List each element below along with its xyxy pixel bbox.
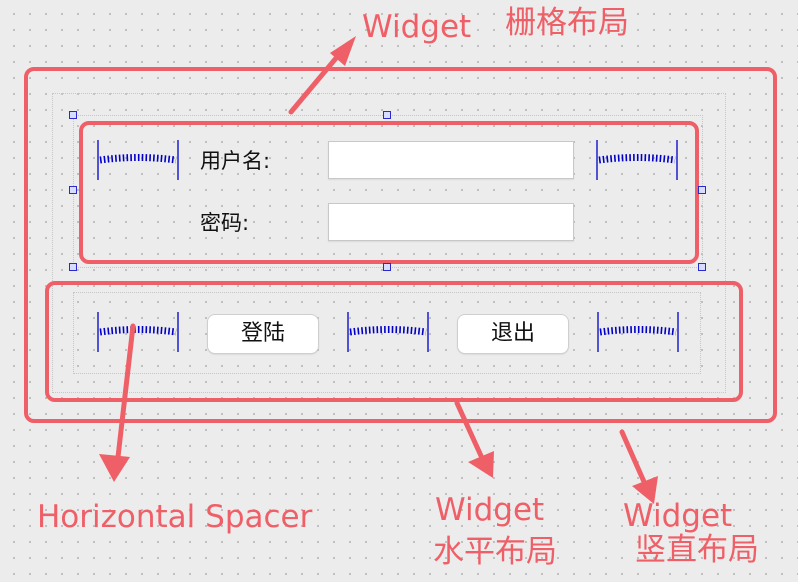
arrow-icon xyxy=(454,400,494,478)
arrow-icon xyxy=(288,36,356,115)
arrow-icon xyxy=(99,323,136,482)
annotation-arrows xyxy=(99,36,658,504)
arrow-icon xyxy=(619,429,658,504)
